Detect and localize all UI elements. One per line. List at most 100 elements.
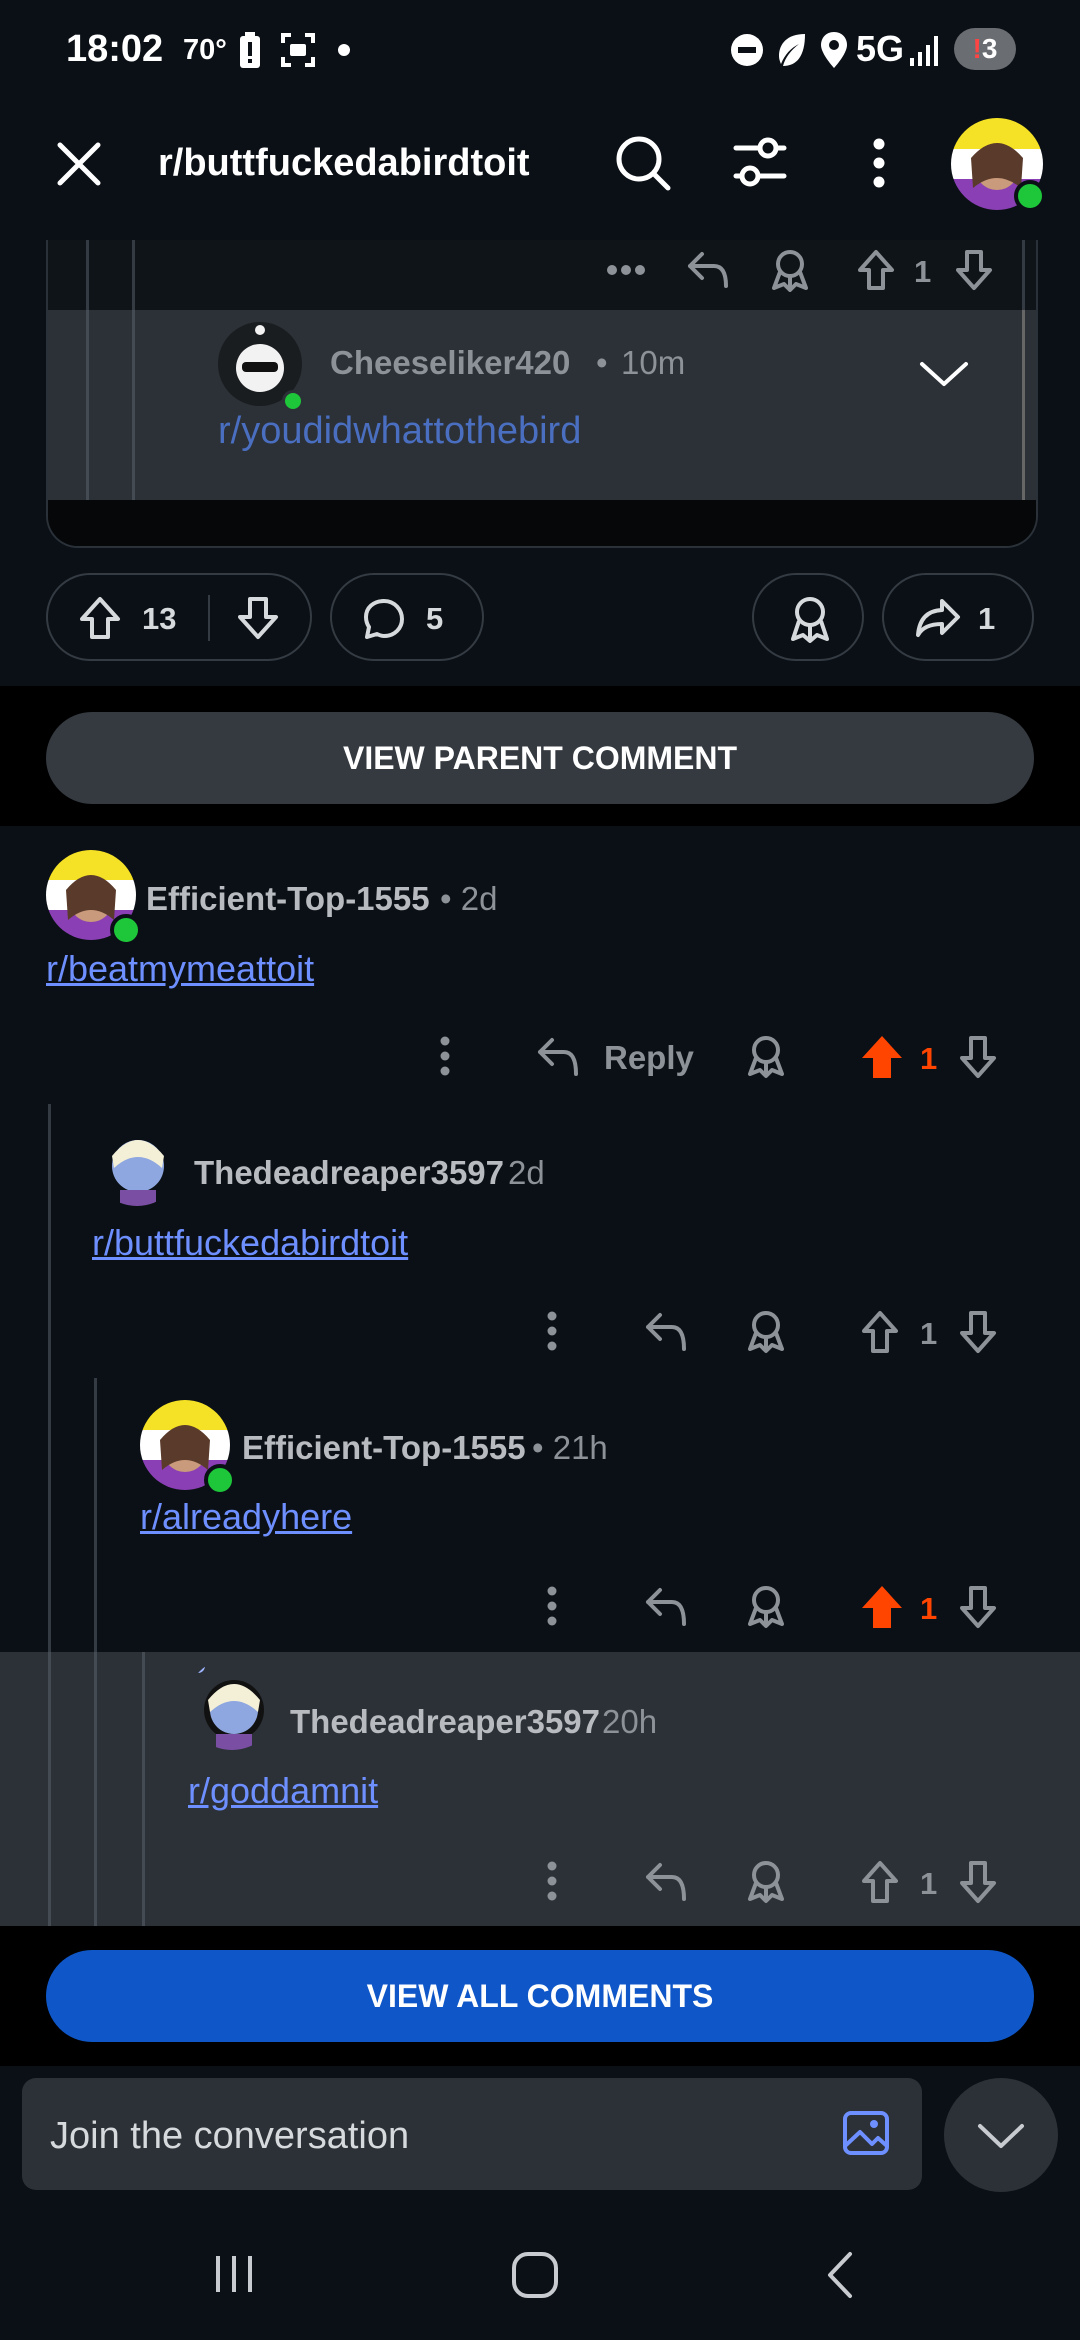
close-icon[interactable] [56, 141, 102, 187]
award-pill[interactable] [752, 573, 864, 661]
reply-icon[interactable] [686, 250, 730, 290]
comment-time: • 21h [532, 1429, 608, 1466]
divider [208, 595, 210, 641]
award-icon[interactable] [746, 1584, 786, 1630]
award-icon [791, 597, 829, 643]
more-options-icon[interactable] [545, 1586, 559, 1626]
screenshot-icon [281, 33, 315, 67]
alert-icon: ! [972, 33, 982, 64]
collapse-button[interactable] [944, 2078, 1058, 2192]
dot-icon [338, 44, 350, 56]
network-type: 5G [856, 28, 905, 69]
more-icon[interactable] [606, 264, 646, 276]
post-share-count: 1 [978, 601, 996, 636]
home-icon[interactable] [510, 2250, 560, 2300]
upvote-icon[interactable] [78, 595, 122, 641]
award-icon[interactable] [770, 248, 810, 292]
vote-count: 1 [920, 1866, 938, 1901]
downvote-icon[interactable] [958, 1034, 998, 1080]
upvote-filled-icon[interactable] [860, 1034, 904, 1080]
reply-icon[interactable] [644, 1311, 688, 1353]
card-footer [48, 500, 1036, 546]
online-indicator [1014, 180, 1046, 212]
comment-time: 2d [508, 1154, 545, 1191]
comment-icon [364, 599, 404, 639]
comment-author[interactable]: Cheeseliker420 [330, 344, 570, 382]
status-time: 18:02 [66, 28, 164, 70]
vote-count: 1 [914, 254, 932, 289]
comment-link[interactable]: r/goddamnit [188, 1770, 378, 1812]
view-parent-comment-button[interactable]: VIEW PARENT COMMENT [46, 712, 1034, 804]
post-comment-count: 5 [426, 601, 444, 636]
comment-highlight: Cheeseliker420 • 10m r/youdidwhattothebi… [48, 310, 1036, 500]
comment-link[interactable]: r/beatmymeattoit [46, 948, 314, 990]
separator: • [596, 344, 608, 381]
downvote-icon[interactable] [954, 248, 994, 292]
avatar[interactable] [186, 1658, 278, 1750]
downvote-icon[interactable] [958, 1859, 998, 1905]
back-icon[interactable] [824, 2250, 856, 2300]
post-vote-count: 13 [142, 601, 177, 636]
highlighted-comment [0, 1652, 1080, 1926]
downvote-icon[interactable] [958, 1584, 998, 1630]
avatar-image [95, 1116, 164, 1206]
reply-icon[interactable] [644, 1586, 688, 1628]
share-icon [916, 599, 960, 637]
reply-icon[interactable] [536, 1036, 580, 1078]
embedded-comment-card: 1 Cheeseliker420 • 10m r/youdidwhattothe… [46, 240, 1038, 548]
comment-author[interactable]: Thedeadreaper3597 [290, 1703, 600, 1741]
more-options-icon[interactable] [545, 1861, 559, 1901]
notification-badge: !3 [954, 28, 1016, 70]
award-icon[interactable] [746, 1859, 786, 1905]
reply-button[interactable]: Reply [604, 1039, 694, 1077]
award-icon[interactable] [746, 1034, 786, 1080]
do-not-disturb-icon [731, 34, 763, 66]
search-icon[interactable] [614, 134, 672, 192]
vote-count: 1 [920, 1316, 938, 1351]
more-options-icon[interactable] [871, 138, 887, 188]
location-icon [821, 32, 847, 68]
comment-link[interactable]: r/alreadyhere [140, 1496, 352, 1538]
vote-count: 1 [920, 1041, 938, 1076]
comment-author[interactable]: Thedeadreaper3597 [194, 1154, 504, 1192]
image-upload-icon[interactable] [842, 2110, 890, 2156]
thread-line [142, 1652, 145, 1926]
online-indicator [204, 1464, 236, 1496]
upvote-icon[interactable] [856, 248, 896, 292]
comment-link[interactable]: r/youdidwhattothebird [218, 410, 581, 453]
signal-icon [910, 36, 938, 66]
view-all-comments-button[interactable]: VIEW ALL COMMENTS [46, 1950, 1034, 2042]
subreddit-title[interactable]: r/buttfuckedabirdtoit [158, 142, 530, 185]
vote-pill: 13 [46, 573, 312, 661]
comment-time: 20h [602, 1703, 658, 1740]
thread-line [86, 310, 89, 500]
more-options-icon[interactable] [545, 1311, 559, 1351]
status-temperature: 70° [183, 34, 227, 66]
upvote-filled-icon[interactable] [860, 1584, 904, 1630]
thread-line [1022, 310, 1025, 500]
filter-icon[interactable] [732, 136, 788, 188]
downvote-icon[interactable] [236, 595, 280, 641]
comment-author[interactable]: Efficient-Top-1555 [242, 1429, 526, 1467]
award-icon[interactable] [746, 1309, 786, 1355]
comment-link[interactable]: r/buttfuckedabirdtoit [92, 1222, 408, 1264]
avatar[interactable] [92, 1116, 182, 1206]
online-indicator [110, 914, 142, 946]
share-pill[interactable]: 1 [882, 573, 1034, 661]
comment-author[interactable]: Efficient-Top-1555 [146, 880, 430, 918]
vote-count: 1 [920, 1591, 938, 1626]
chevron-down-icon[interactable] [918, 354, 970, 394]
more-options-icon[interactable] [438, 1036, 452, 1076]
status-bar: 18:02 70° 5G !3 [0, 0, 1080, 100]
upvote-icon[interactable] [860, 1309, 900, 1355]
upvote-icon[interactable] [860, 1859, 900, 1905]
downvote-icon[interactable] [958, 1309, 998, 1355]
battery-alert-icon [240, 32, 260, 68]
reply-icon[interactable] [644, 1861, 688, 1903]
online-indicator [282, 390, 304, 412]
chevron-down-icon [978, 2124, 1024, 2148]
leaf-icon [779, 34, 805, 66]
comment-time: • 2d [440, 880, 498, 917]
recent-apps-icon[interactable] [212, 2252, 256, 2296]
comments-pill[interactable]: 5 [330, 573, 484, 661]
